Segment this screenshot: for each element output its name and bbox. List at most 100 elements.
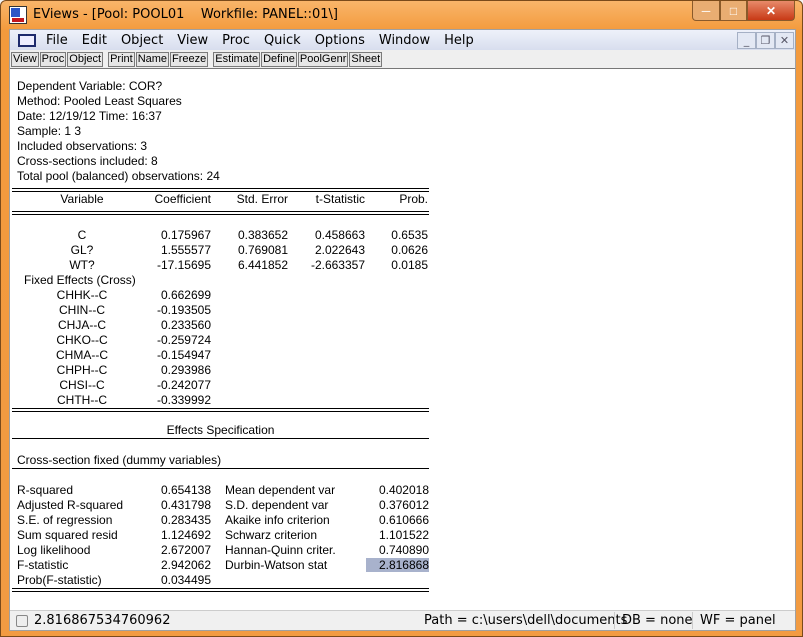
fixed-effect-name: CHKO--C [56,333,108,347]
menu-object[interactable]: Object [115,33,171,48]
variable-name: WT? [69,258,95,272]
menu-window[interactable]: Window [373,33,438,48]
prob: 0.0626 [391,243,428,257]
menu-file[interactable]: File [40,33,76,48]
header-line: Cross-sections included: 8 [17,154,158,168]
title-bar: EViews - [Pool: POOL01 Workfile: PANEL::… [1,1,803,29]
variable-name: GL? [70,243,94,257]
stat-value: 0.402018 [378,483,429,497]
effects-spec-text: Cross-section fixed (dummy variables) [17,453,222,467]
stat-label: Hannan-Quinn criter. [225,543,336,557]
eviews-app-icon [9,6,27,24]
header-line: Date: 12/19/12 Time: 16:37 [17,109,162,123]
poolgenr-button[interactable]: PoolGenr [297,51,349,67]
mdi-restore-icon[interactable]: ❐ [756,32,775,49]
menu-help[interactable]: Help [438,33,482,48]
object-button[interactable]: Object [67,51,104,67]
divider [12,438,429,439]
fixed-effect-name: CHTH--C [57,393,107,407]
status-bar: 2.816867534760962 Path = c:\users\dell\d… [10,610,795,630]
header-line: Dependent Variable: COR? [17,79,163,93]
status-wf: WF = panel [700,613,776,628]
menu-proc[interactable]: Proc [216,33,258,48]
divider [12,588,429,592]
divider [12,468,429,469]
estimation-output[interactable]: Dependent Variable: COR? Method: Pooled L… [10,69,795,610]
object-toolbar: View Proc Object Print Name Freeze Estim… [10,50,795,69]
stat-value: 2.672007 [160,543,211,557]
fixed-effect-value: -0.242077 [156,378,211,392]
fixed-effect-name: CHMA--C [56,348,108,362]
fixed-effect-name: CHHK--C [56,288,108,302]
freeze-button[interactable]: Freeze [170,51,209,67]
prob: 0.6535 [391,228,428,242]
fixed-effect-value: 0.293986 [160,363,211,377]
fixed-effect-value: -0.259724 [156,333,211,347]
fixed-effect-name: CHIN--C [59,303,105,317]
divider [12,408,429,412]
stat-value: 2.942062 [160,558,211,572]
name-button[interactable]: Name [135,51,170,67]
stat-label: Adjusted R-squared [17,498,124,512]
print-button[interactable]: Print [108,51,135,67]
estimate-button[interactable]: Estimate [213,51,261,67]
header-line: Total pool (balanced) observations: 24 [17,169,220,183]
close-button[interactable]: ✕ [747,1,795,21]
selected-cell: 2.816868 [366,558,429,572]
stat-value: 0.376012 [378,498,429,512]
prob: 0.0185 [391,258,428,272]
maximize-button[interactable]: □ [720,1,747,21]
effects-spec-title: Effects Specification [166,423,275,437]
status-value: 2.816867534760962 [34,613,171,628]
fixed-effect-name: CHSI--C [59,378,105,392]
minimize-button[interactable]: ─ [692,1,720,21]
header-line: Sample: 1 3 [17,124,82,138]
menu-edit[interactable]: Edit [76,33,115,48]
stat-value: 1.101522 [378,528,429,542]
stat-label: F-statistic [17,558,69,572]
fixed-effect-value: -0.154947 [156,348,211,362]
stat-label: Log likelihood [17,543,91,557]
stat-value: 0.431798 [160,498,211,512]
status-path: Path = c:\users\dell\documents [424,613,628,628]
proc-button[interactable]: Proc [39,51,67,67]
fixed-effect-name: CHPH--C [56,363,108,377]
column-header-variable: Variable [60,192,104,206]
header-line: Included observations: 3 [17,139,148,153]
fixed-effect-name: CHJA--C [58,318,106,332]
menu-quick[interactable]: Quick [258,33,309,48]
status-db: DB = none [622,613,693,628]
variable-name: C [77,228,87,242]
stat-value: 1.124692 [160,528,211,542]
stat-label: S.D. dependent var [225,498,329,512]
stat-label: Prob(F-statistic) [17,573,102,587]
fixed-effect-value: 0.233560 [160,318,211,332]
stat-label: Mean dependent var [225,483,336,497]
fixed-effect-value: 0.662699 [160,288,211,302]
document-icon[interactable] [18,33,36,47]
stat-label: Akaike info criterion [225,513,330,527]
stat-label: Durbin-Watson stat [225,558,328,572]
fixed-effect-value: -0.193505 [156,303,211,317]
fixed-effects-label: Fixed Effects (Cross) [24,273,136,287]
status-checkbox[interactable] [16,615,28,627]
header-line: Method: Pooled Least Squares [17,94,182,108]
mdi-minimize-icon[interactable]: _ [737,32,756,49]
menu-options[interactable]: Options [309,33,373,48]
mdi-close-icon[interactable]: ✕ [775,32,794,49]
stat-value: 0.654138 [160,483,211,497]
stat-label: R-squared [17,483,74,497]
stat-label: Sum squared resid [17,528,118,542]
stat-value: 0.610666 [378,513,429,527]
stat-value: 0.740890 [378,543,429,557]
menu-view[interactable]: View [171,33,216,48]
pool-window: File Edit Object View Proc Quick Options… [9,29,796,631]
stat-label: S.E. of regression [17,513,113,527]
define-button[interactable]: Define [261,51,297,67]
view-button[interactable]: View [11,51,39,67]
app-window: EViews - [Pool: POOL01 Workfile: PANEL::… [0,0,803,637]
sheet-button[interactable]: Sheet [349,51,383,67]
column-header: Prob. [399,192,428,206]
window-title: EViews - [Pool: POOL01 Workfile: PANEL::… [33,7,338,22]
stat-label: Schwarz criterion [225,528,318,542]
